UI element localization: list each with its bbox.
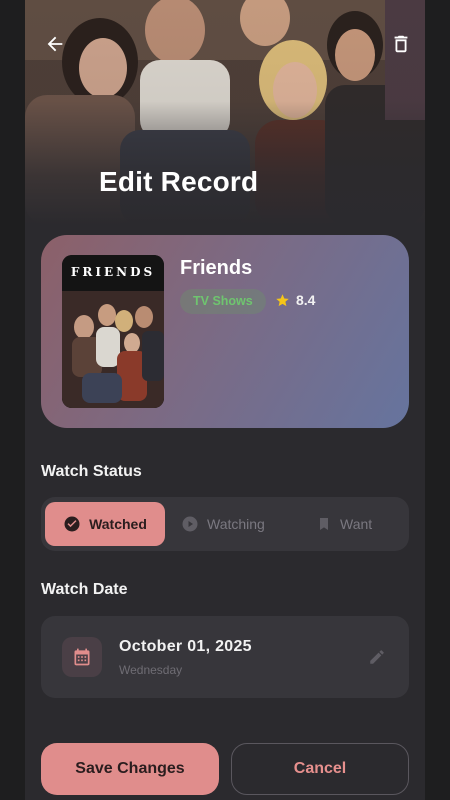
trash-icon (394, 35, 408, 53)
rating-value: 8.4 (296, 292, 316, 308)
play-circle-icon (182, 516, 198, 532)
status-option-watching[interactable]: Watching (181, 502, 265, 546)
status-option-label: Want (340, 516, 373, 532)
status-option-watched[interactable]: Watched (45, 502, 165, 546)
edit-record-screen: Edit Record FRIENDS Friends TV Shows 8.4… (25, 0, 425, 800)
watch-status-label: Watch Status (41, 463, 142, 480)
poster-title: FRIENDS (70, 265, 156, 279)
watch-date-label: Watch Date (41, 581, 128, 598)
check-circle-icon (64, 516, 80, 532)
status-option-label: Watched (89, 516, 147, 532)
watch-status-selector: Watched Watching Want (41, 497, 409, 551)
poster-image: FRIENDS (62, 255, 164, 408)
star-icon (276, 293, 289, 306)
left-margin (0, 0, 25, 800)
watch-date-weekday: Wednesday (119, 663, 183, 677)
show-name: Friends (180, 257, 253, 279)
page-title: Edit Record (99, 166, 259, 197)
delete-button[interactable] (387, 30, 415, 58)
watch-date-value: October 01, 2025 (119, 638, 252, 655)
cancel-button[interactable]: Cancel (231, 743, 409, 795)
arrow-back-icon (47, 36, 63, 52)
calendar-icon-box (62, 637, 102, 677)
watch-date-picker[interactable]: October 01, 2025 Wednesday (41, 616, 409, 698)
status-option-want[interactable]: Want (316, 502, 372, 546)
pencil-icon (370, 650, 384, 664)
right-margin (425, 0, 450, 800)
back-button[interactable] (41, 30, 69, 58)
status-option-label: Watching (207, 516, 265, 532)
rating: 8.4 (275, 292, 315, 308)
save-changes-button[interactable]: Save Changes (41, 743, 219, 795)
genre-badge: TV Shows (180, 289, 266, 314)
calendar-icon (74, 648, 90, 666)
record-card: FRIENDS Friends TV Shows 8.4 (41, 235, 409, 428)
bookmark-icon (320, 518, 328, 530)
